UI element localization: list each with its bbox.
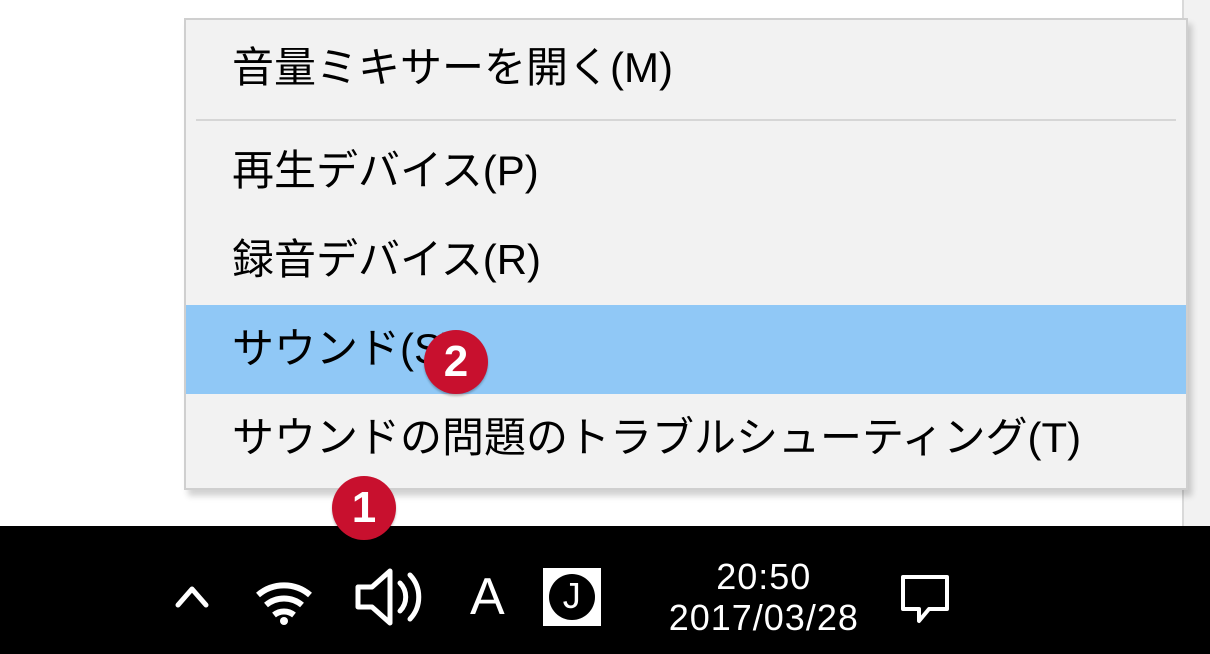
clock[interactable]: 20:50 2017/03/28 bbox=[669, 556, 859, 639]
menu-item-sound-troubleshoot[interactable]: サウンドの問題のトラブルシューティング(T) bbox=[186, 394, 1186, 483]
menu-item-recording-devices[interactable]: 録音デバイス(R) bbox=[186, 216, 1186, 305]
ime-engine-icon[interactable]: J bbox=[543, 568, 601, 626]
menu-separator bbox=[196, 119, 1176, 121]
clock-time: 20:50 bbox=[716, 556, 811, 597]
clock-date: 2017/03/28 bbox=[669, 597, 859, 638]
screenshot-canvas: 音量ミキサーを開く(M) 再生デバイス(P) 録音デバイス(R) サウンド(S)… bbox=[0, 0, 1210, 654]
volume-context-menu: 音量ミキサーを開く(M) 再生デバイス(P) 録音デバイス(R) サウンド(S)… bbox=[184, 18, 1188, 490]
ime-mode-icon[interactable]: A bbox=[470, 571, 505, 623]
action-center-icon[interactable] bbox=[897, 569, 953, 625]
annotation-badge-1: 1 bbox=[332, 476, 396, 540]
speaker-icon[interactable] bbox=[354, 567, 432, 627]
taskbar: A J 20:50 2017/03/28 bbox=[0, 526, 1210, 654]
menu-item-volume-mixer[interactable]: 音量ミキサーを開く(M) bbox=[186, 24, 1186, 113]
annotation-badge-2: 2 bbox=[424, 330, 488, 394]
show-hidden-icons-icon[interactable] bbox=[170, 575, 214, 619]
menu-item-sound[interactable]: サウンド(S) bbox=[186, 305, 1186, 394]
ime-engine-label: J bbox=[543, 568, 601, 626]
wifi-icon[interactable] bbox=[252, 569, 316, 625]
menu-item-playback-devices[interactable]: 再生デバイス(P) bbox=[186, 127, 1186, 216]
system-tray: A J 20:50 2017/03/28 bbox=[170, 550, 1190, 644]
